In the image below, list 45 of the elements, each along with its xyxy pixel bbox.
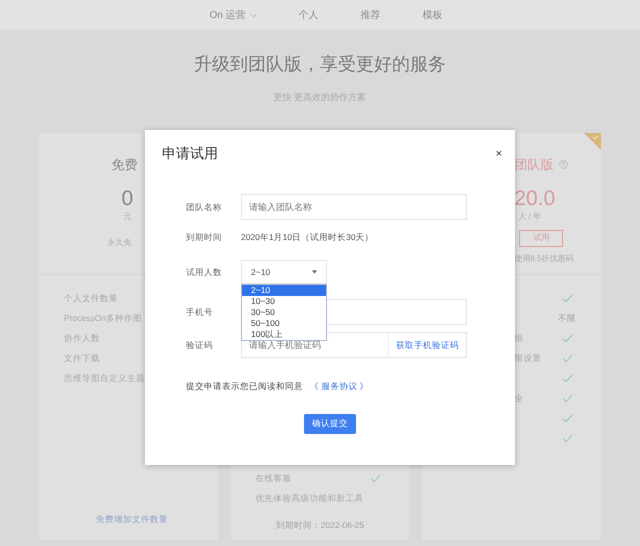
field-label: 验证码 [186, 338, 214, 352]
dropdown-option[interactable]: 100以上 [242, 329, 326, 340]
feature-label: ProcessOn多种作图 [64, 312, 142, 325]
plan-name: 团队版 [514, 156, 554, 174]
dropdown-option[interactable]: 30~50 [242, 307, 326, 318]
feature-label: 文件下载 [64, 352, 100, 365]
submit-button[interactable]: 确认提交 [304, 414, 356, 434]
dropdown-option[interactable]: 2~10 [242, 285, 326, 296]
field-label: 试用人数 [186, 266, 223, 278]
check-icon [562, 334, 574, 343]
expiry-date: 到期时间：2022-06-25 [274, 519, 366, 532]
nav-link[interactable]: 推荐 [348, 8, 381, 22]
feature-label: 在线客服 [256, 472, 292, 486]
close-button[interactable]: × [496, 148, 502, 160]
field-label: 手机号 [186, 306, 214, 318]
nav-link[interactable]: On 运营 [197, 8, 257, 22]
check-icon [562, 394, 574, 403]
plan-price: 20.0 [514, 186, 556, 210]
check-icon [370, 474, 382, 484]
check-icon [562, 434, 574, 443]
agreement-text: 提交申请表示您已阅读和同意 [186, 380, 303, 393]
dialog-title: 申请试用 [162, 144, 218, 163]
help-icon [559, 160, 568, 170]
nav-link[interactable]: 模板 [410, 8, 443, 22]
field-label: 到期时间 [186, 230, 223, 244]
feature-value: 不限 [558, 312, 576, 325]
text-input[interactable]: 请输入团队名称 [241, 194, 467, 220]
caret-icon [312, 270, 317, 274]
nav-link[interactable]: 个人 [286, 8, 319, 22]
check-icon [562, 374, 574, 383]
page-heading: 升级到团队版，享受更好的服务 [194, 53, 446, 76]
check-icon [562, 414, 574, 423]
field-label: 团队名称 [186, 200, 223, 214]
dropdown-option[interactable]: 10~30 [242, 296, 326, 307]
plan-price: 0 [121, 186, 134, 210]
plan-name: 免费 [112, 156, 138, 174]
check-icon [562, 294, 574, 303]
feature-label: 优先体验高级功能和新工具 [256, 492, 364, 506]
expiry-value: 2020年1月10日（试用时长30天） [241, 230, 374, 244]
feature-label: 协作人数 [64, 332, 100, 345]
service-agreement-link[interactable]: 《 服务协议 》 [310, 380, 369, 393]
select-field[interactable]: 2~10 [241, 260, 327, 284]
dropdown-option[interactable]: 50~100 [242, 318, 326, 329]
check-icon [562, 354, 574, 363]
get-code-button[interactable]: 获取手机验证码 [388, 333, 466, 357]
